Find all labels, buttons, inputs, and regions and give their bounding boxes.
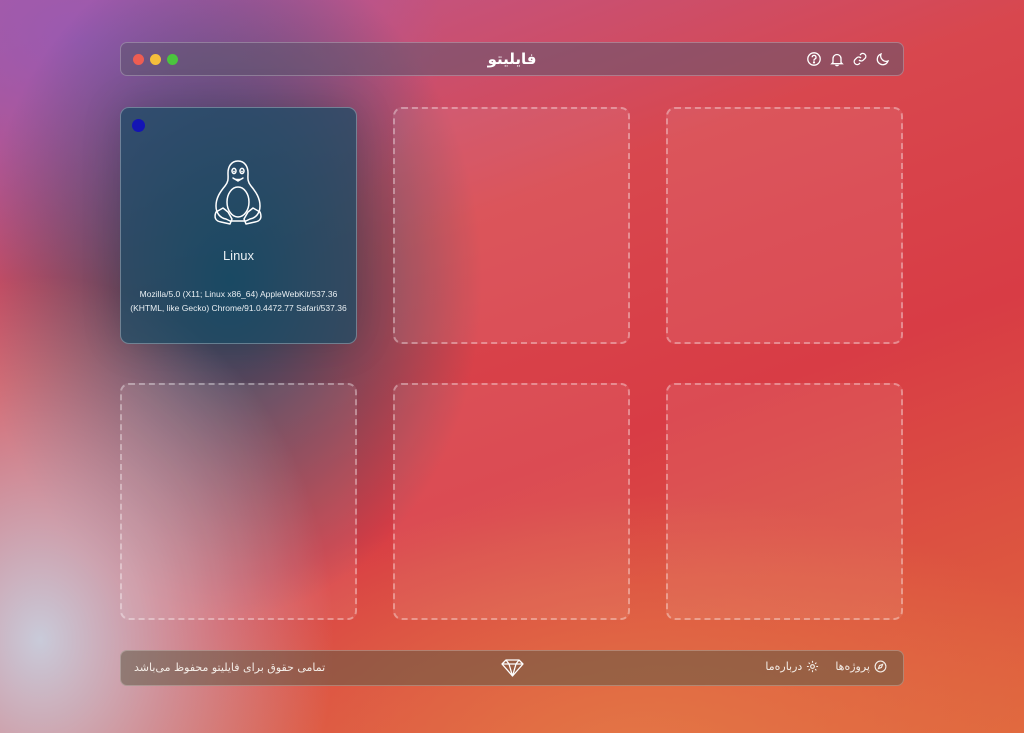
footer-link-projects-label: پروژه‌ها — [835, 660, 870, 673]
app-title: فایلیتو — [487, 50, 537, 68]
device-card[interactable]: Linux Mozilla/5.0 (X11; Linux x86_64) Ap… — [120, 107, 357, 344]
compass-icon — [874, 660, 887, 673]
copyright-text: تمامی حقوق برای فایلیتو محفوظ می‌باشد — [134, 661, 326, 674]
empty-device-slot — [666, 107, 903, 344]
footer-link-projects[interactable]: پروژه‌ها — [835, 660, 887, 673]
empty-device-slot — [393, 383, 630, 620]
toolbar-icons — [806, 51, 891, 67]
empty-device-slot — [393, 107, 630, 344]
footer-link-about[interactable]: درباره‌ما — [765, 660, 819, 673]
footer-link-about-label: درباره‌ما — [765, 660, 803, 673]
device-user-agent: Mozilla/5.0 (X11; Linux x86_64) AppleWeb… — [130, 289, 347, 313]
help-icon[interactable] — [806, 51, 822, 67]
linux-tux-icon — [214, 160, 262, 225]
diamond-logo-icon — [501, 659, 524, 677]
bell-icon[interactable] — [829, 51, 845, 67]
moon-icon[interactable] — [875, 51, 891, 67]
link-icon[interactable] — [852, 51, 868, 67]
gear-icon — [807, 660, 819, 673]
device-os-name: Linux — [222, 248, 255, 263]
device-status-dot — [132, 119, 145, 132]
empty-device-slot — [120, 383, 357, 620]
app-footer: تمامی حقوق برای فایلیتو محفوظ می‌باشد پر… — [120, 650, 904, 686]
app-titlebar: فایلیتو — [120, 42, 904, 76]
empty-device-slot — [666, 383, 903, 620]
footer-nav: پروژه‌ها درباره‌ما — [765, 660, 887, 673]
